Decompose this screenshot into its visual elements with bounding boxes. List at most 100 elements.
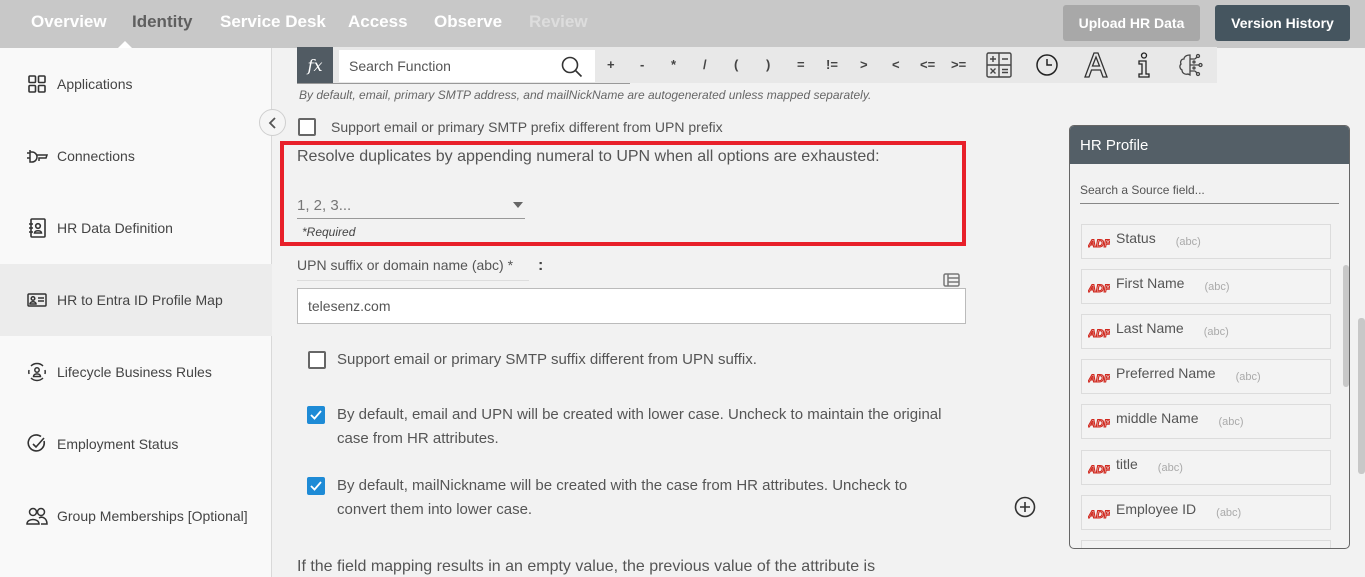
- source-field-item-partial[interactable]: [1081, 540, 1331, 548]
- operator-greater-equal[interactable]: >=: [951, 57, 966, 72]
- field-name: Status: [1116, 229, 1156, 246]
- sidebar-item-label: Connections: [57, 148, 135, 164]
- tab-review: Review: [529, 12, 588, 31]
- operator-close-paren[interactable]: ): [766, 57, 770, 72]
- svg-text:ADP: ADP: [1088, 418, 1110, 428]
- checkmark-icon: [310, 481, 322, 491]
- nickname-option: By default, mailNickname will be created…: [307, 477, 907, 522]
- label-line-1: By default, email and UPN will be create…: [337, 406, 942, 423]
- field-type: (abc): [1235, 370, 1261, 383]
- adp-logo-icon: ADP: [1088, 416, 1110, 428]
- operator-open-paren[interactable]: (: [734, 57, 738, 72]
- operator-divide[interactable]: /: [703, 57, 707, 72]
- tab-observe[interactable]: Observe: [434, 12, 502, 32]
- nickname-checkbox[interactable]: [307, 477, 325, 495]
- field-name: Last Name: [1116, 319, 1184, 336]
- sidebar-item-hr-data-definition[interactable]: HR Data Definition: [0, 192, 272, 264]
- contact-book-icon: [26, 217, 48, 239]
- empty-value-note: If the field mapping results in an empty…: [297, 558, 876, 575]
- tab-overview[interactable]: Overview: [31, 12, 107, 32]
- lowercase-checkbox-label: By default, email and UPN will be create…: [337, 403, 941, 451]
- hr-profile-title: HR Profile: [1070, 126, 1349, 164]
- required-note: *Required: [302, 225, 356, 239]
- duplicate-numbering-select[interactable]: 1, 2, 3...: [297, 193, 525, 219]
- source-field-item[interactable]: ADP Preferred Name (abc): [1081, 359, 1331, 394]
- calculator-icon[interactable]: [986, 52, 1012, 78]
- panel-scrollbar[interactable]: [1343, 265, 1349, 387]
- sidebar-item-hr-to-entra-id-profile-map[interactable]: HR to Entra ID Profile Map: [0, 264, 272, 336]
- source-field-item[interactable]: ADP middle Name (abc): [1081, 404, 1331, 439]
- users-icon: [26, 505, 48, 527]
- tab-access[interactable]: Access: [348, 12, 408, 32]
- duplicate-resolution-label: Resolve duplicates by appending numeral …: [297, 148, 880, 165]
- suffix-option: Support email or primary SMTP suffix dif…: [308, 351, 757, 369]
- operator-multiply[interactable]: *: [671, 57, 676, 72]
- field-type: (abc): [1203, 325, 1229, 338]
- page-scrollbar[interactable]: [1358, 318, 1365, 474]
- adp-logo-icon: ADP: [1088, 371, 1110, 383]
- lowercase-checkbox[interactable]: [307, 406, 325, 424]
- source-field-item[interactable]: ADP Employee ID (abc): [1081, 495, 1331, 530]
- operator-less-equal[interactable]: <=: [920, 57, 935, 72]
- upn-suffix-label: UPN suffix or domain name (abc) *: [297, 257, 529, 281]
- source-field-item[interactable]: ADP Last Name (abc): [1081, 314, 1331, 349]
- adp-logo-icon: ADP: [1088, 462, 1110, 474]
- suffix-checkbox-label: Support email or primary SMTP suffix dif…: [337, 351, 757, 368]
- field-name: Preferred Name: [1116, 364, 1216, 381]
- search-icon[interactable]: [561, 56, 583, 83]
- info-icon[interactable]: [1131, 52, 1157, 78]
- source-field-search[interactable]: [1080, 176, 1339, 204]
- field-name: Employee ID: [1116, 500, 1197, 517]
- active-tab-indicator: [118, 41, 132, 48]
- sidebar-item-employment-status[interactable]: Employment Status: [0, 408, 272, 480]
- add-circle-icon[interactable]: [1014, 496, 1036, 523]
- sidebar-item-lifecycle-business-rules[interactable]: Lifecycle Business Rules: [0, 336, 272, 408]
- source-field-item[interactable]: ADP title (abc): [1081, 450, 1331, 485]
- source-field-item[interactable]: ADP First Name (abc): [1081, 269, 1331, 304]
- operator-less[interactable]: <: [892, 57, 900, 72]
- operator-equals[interactable]: =: [797, 57, 805, 72]
- check-circle-icon: [26, 433, 48, 455]
- id-card-icon: [26, 289, 48, 311]
- operator-minus[interactable]: -: [640, 57, 644, 72]
- adp-logo-icon: ADP: [1088, 236, 1110, 248]
- sidebar-item-label: Applications: [57, 76, 133, 92]
- collapse-sidebar-button[interactable]: [259, 109, 286, 136]
- sidebar-item-applications[interactable]: Applications: [0, 48, 272, 120]
- label-line-1: By default, mailNickname will be created…: [337, 477, 908, 494]
- prefix-checkbox-label: Support email or primary SMTP prefix dif…: [331, 119, 723, 135]
- function-search: [339, 50, 595, 82]
- version-history-button[interactable]: Version History: [1215, 5, 1350, 41]
- field-name: First Name: [1116, 274, 1185, 291]
- nickname-checkbox-label: By default, mailNickname will be created…: [337, 474, 907, 522]
- adp-logo-icon: ADP: [1088, 326, 1110, 338]
- operator-not-equals[interactable]: !=: [826, 57, 838, 72]
- plug-icon: [26, 145, 48, 167]
- operator-greater[interactable]: >: [860, 57, 868, 72]
- svg-text:ADP: ADP: [1088, 283, 1110, 293]
- operator-plus[interactable]: +: [607, 57, 615, 72]
- chevron-left-icon: [268, 116, 276, 129]
- adp-logo-icon: ADP: [1088, 281, 1110, 293]
- upload-hr-data-button[interactable]: Upload HR Data: [1063, 5, 1200, 41]
- sidebar-item-group-memberships[interactable]: Group Memberships [Optional]: [0, 480, 272, 552]
- tab-identity[interactable]: Identity: [132, 12, 192, 32]
- fx-button[interactable]: fx: [297, 47, 333, 83]
- prefix-checkbox[interactable]: [298, 118, 316, 136]
- source-field-item[interactable]: ADP Status (abc): [1081, 224, 1331, 259]
- grid-icon: [26, 73, 48, 95]
- lowercase-option: By default, email and UPN will be create…: [307, 406, 941, 451]
- fx-bar-divider: [297, 83, 630, 84]
- checkmark-icon: [310, 410, 322, 420]
- ai-brain-icon[interactable]: [1178, 52, 1204, 78]
- clock-icon[interactable]: [1034, 52, 1060, 78]
- suffix-checkbox[interactable]: [308, 351, 326, 369]
- sidebar-item-connections[interactable]: Connections: [0, 120, 272, 192]
- prefix-option: Support email or primary SMTP prefix dif…: [298, 118, 723, 136]
- top-navigation-bar: Overview Identity Service Desk Access Ob…: [0, 0, 1365, 48]
- function-search-input[interactable]: [349, 58, 559, 74]
- svg-text:ADP: ADP: [1088, 509, 1110, 519]
- text-a-icon[interactable]: [1083, 52, 1109, 78]
- upn-suffix-input[interactable]: [297, 288, 966, 324]
- tab-service-desk[interactable]: Service Desk: [220, 12, 326, 32]
